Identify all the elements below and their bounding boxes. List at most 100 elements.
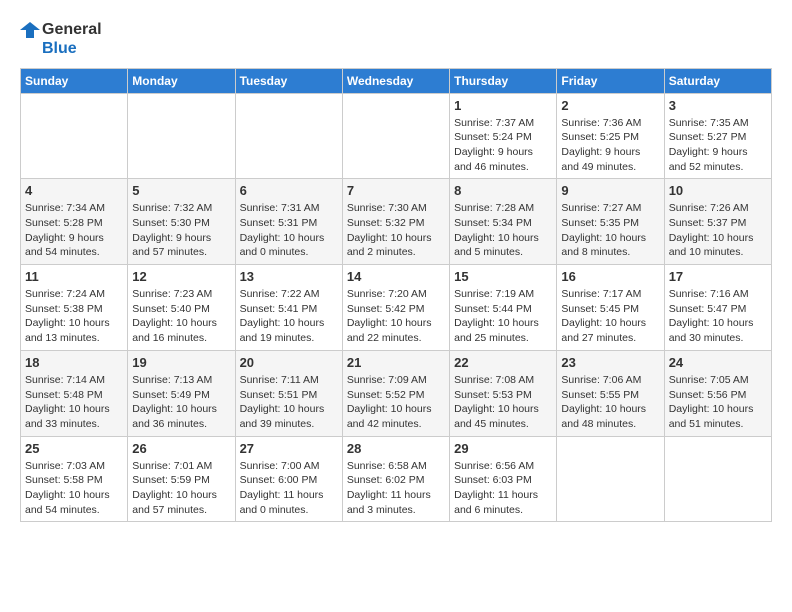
day-cell bbox=[21, 93, 128, 179]
day-cell: 25 Sunrise: 7:03 AMSunset: 5:58 PMDayligh… bbox=[21, 436, 128, 522]
day-cell bbox=[235, 93, 342, 179]
day-number: 8 bbox=[454, 183, 552, 198]
day-cell: 5 Sunrise: 7:32 AMSunset: 5:30 PMDaylight… bbox=[128, 179, 235, 265]
day-number: 29 bbox=[454, 441, 552, 456]
day-info: Sunrise: 7:05 AMSunset: 5:56 PMDaylight:… bbox=[669, 373, 767, 432]
calendar-table: SundayMondayTuesdayWednesdayThursdayFrid… bbox=[20, 68, 772, 523]
day-number: 7 bbox=[347, 183, 445, 198]
day-number: 6 bbox=[240, 183, 338, 198]
day-info: Sunrise: 7:28 AMSunset: 5:34 PMDaylight:… bbox=[454, 201, 552, 260]
day-number: 9 bbox=[561, 183, 659, 198]
logo-general-text: General bbox=[42, 21, 102, 39]
day-cell: 12 Sunrise: 7:23 AMSunset: 5:40 PMDayligh… bbox=[128, 265, 235, 351]
weekday-header-saturday: Saturday bbox=[664, 68, 771, 93]
logo: General Blue bbox=[20, 20, 102, 58]
day-info: Sunrise: 7:23 AMSunset: 5:40 PMDaylight:… bbox=[132, 287, 230, 346]
day-info: Sunrise: 7:16 AMSunset: 5:47 PMDaylight:… bbox=[669, 287, 767, 346]
weekday-header-wednesday: Wednesday bbox=[342, 68, 449, 93]
day-number: 1 bbox=[454, 98, 552, 113]
logo-container: General Blue bbox=[20, 20, 102, 58]
day-info: Sunrise: 7:09 AMSunset: 5:52 PMDaylight:… bbox=[347, 373, 445, 432]
week-row-5: 25 Sunrise: 7:03 AMSunset: 5:58 PMDayligh… bbox=[21, 436, 772, 522]
day-cell: 28 Sunrise: 6:58 AMSunset: 6:02 PMDayligh… bbox=[342, 436, 449, 522]
day-info: Sunrise: 7:30 AMSunset: 5:32 PMDaylight:… bbox=[347, 201, 445, 260]
week-row-3: 11 Sunrise: 7:24 AMSunset: 5:38 PMDayligh… bbox=[21, 265, 772, 351]
day-number: 23 bbox=[561, 355, 659, 370]
day-info: Sunrise: 7:32 AMSunset: 5:30 PMDaylight:… bbox=[132, 201, 230, 260]
weekday-header-tuesday: Tuesday bbox=[235, 68, 342, 93]
week-row-1: 1 Sunrise: 7:37 AMSunset: 5:24 PMDaylight… bbox=[21, 93, 772, 179]
day-cell: 3 Sunrise: 7:35 AMSunset: 5:27 PMDaylight… bbox=[664, 93, 771, 179]
day-number: 17 bbox=[669, 269, 767, 284]
day-number: 5 bbox=[132, 183, 230, 198]
day-number: 16 bbox=[561, 269, 659, 284]
day-number: 12 bbox=[132, 269, 230, 284]
day-number: 28 bbox=[347, 441, 445, 456]
day-cell: 7 Sunrise: 7:30 AMSunset: 5:32 PMDaylight… bbox=[342, 179, 449, 265]
day-cell bbox=[342, 93, 449, 179]
day-info: Sunrise: 7:19 AMSunset: 5:44 PMDaylight:… bbox=[454, 287, 552, 346]
day-cell: 13Sunrise: 7:22 AMSunset: 5:41 PMDayligh… bbox=[235, 265, 342, 351]
day-number: 13 bbox=[240, 269, 338, 284]
day-number: 4 bbox=[25, 183, 123, 198]
day-info: Sunrise: 7:24 AMSunset: 5:38 PMDaylight:… bbox=[25, 287, 123, 346]
day-number: 3 bbox=[669, 98, 767, 113]
day-cell: 11 Sunrise: 7:24 AMSunset: 5:38 PMDayligh… bbox=[21, 265, 128, 351]
day-info: Sunrise: 7:36 AMSunset: 5:25 PMDaylight:… bbox=[561, 116, 659, 175]
weekday-header-sunday: Sunday bbox=[21, 68, 128, 93]
day-info: Sunrise: 7:20 AMSunset: 5:42 PMDaylight:… bbox=[347, 287, 445, 346]
day-info: Sunrise: 6:56 AMSunset: 6:03 PMDaylight:… bbox=[454, 459, 552, 518]
logo-blue-text: Blue bbox=[42, 40, 102, 58]
day-info: Sunrise: 7:08 AMSunset: 5:53 PMDaylight:… bbox=[454, 373, 552, 432]
day-number: 27 bbox=[240, 441, 338, 456]
day-info: Sunrise: 7:13 AMSunset: 5:49 PMDaylight:… bbox=[132, 373, 230, 432]
day-cell: 10Sunrise: 7:26 AMSunset: 5:37 PMDayligh… bbox=[664, 179, 771, 265]
day-cell: 16 Sunrise: 7:17 AMSunset: 5:45 PMDayligh… bbox=[557, 265, 664, 351]
logo-bird-icon bbox=[20, 20, 40, 40]
day-cell: 22 Sunrise: 7:08 AMSunset: 5:53 PMDayligh… bbox=[450, 350, 557, 436]
day-cell: 19 Sunrise: 7:13 AMSunset: 5:49 PMDayligh… bbox=[128, 350, 235, 436]
day-cell: 18Sunrise: 7:14 AMSunset: 5:48 PMDayligh… bbox=[21, 350, 128, 436]
day-number: 25 bbox=[25, 441, 123, 456]
day-number: 19 bbox=[132, 355, 230, 370]
day-cell: 21 Sunrise: 7:09 AMSunset: 5:52 PMDayligh… bbox=[342, 350, 449, 436]
day-info: Sunrise: 7:00 AMSunset: 6:00 PMDaylight:… bbox=[240, 459, 338, 518]
day-number: 26 bbox=[132, 441, 230, 456]
day-info: Sunrise: 7:11 AMSunset: 5:51 PMDaylight:… bbox=[240, 373, 338, 432]
day-cell: 29 Sunrise: 6:56 AMSunset: 6:03 PMDayligh… bbox=[450, 436, 557, 522]
day-number: 15 bbox=[454, 269, 552, 284]
day-cell: 20 Sunrise: 7:11 AMSunset: 5:51 PMDayligh… bbox=[235, 350, 342, 436]
day-cell: 15 Sunrise: 7:19 AMSunset: 5:44 PMDayligh… bbox=[450, 265, 557, 351]
day-info: Sunrise: 7:06 AMSunset: 5:55 PMDaylight:… bbox=[561, 373, 659, 432]
weekday-header-monday: Monday bbox=[128, 68, 235, 93]
day-info: Sunrise: 7:34 AMSunset: 5:28 PMDaylight:… bbox=[25, 201, 123, 260]
weekday-header-thursday: Thursday bbox=[450, 68, 557, 93]
weekday-header-row: SundayMondayTuesdayWednesdayThursdayFrid… bbox=[21, 68, 772, 93]
day-cell: 14 Sunrise: 7:20 AMSunset: 5:42 PMDayligh… bbox=[342, 265, 449, 351]
day-number: 22 bbox=[454, 355, 552, 370]
day-number: 24 bbox=[669, 355, 767, 370]
day-number: 14 bbox=[347, 269, 445, 284]
week-row-4: 18Sunrise: 7:14 AMSunset: 5:48 PMDayligh… bbox=[21, 350, 772, 436]
day-info: Sunrise: 7:27 AMSunset: 5:35 PMDaylight:… bbox=[561, 201, 659, 260]
day-cell: 9 Sunrise: 7:27 AMSunset: 5:35 PMDaylight… bbox=[557, 179, 664, 265]
day-cell: 26Sunrise: 7:01 AMSunset: 5:59 PMDayligh… bbox=[128, 436, 235, 522]
day-info: Sunrise: 7:35 AMSunset: 5:27 PMDaylight:… bbox=[669, 116, 767, 175]
day-info: Sunrise: 7:31 AMSunset: 5:31 PMDaylight:… bbox=[240, 201, 338, 260]
day-cell bbox=[557, 436, 664, 522]
day-info: Sunrise: 7:03 AMSunset: 5:58 PMDaylight:… bbox=[25, 459, 123, 518]
day-number: 10 bbox=[669, 183, 767, 198]
day-number: 11 bbox=[25, 269, 123, 284]
day-number: 21 bbox=[347, 355, 445, 370]
day-info: Sunrise: 7:37 AMSunset: 5:24 PMDaylight:… bbox=[454, 116, 552, 175]
day-cell: 24 Sunrise: 7:05 AMSunset: 5:56 PMDayligh… bbox=[664, 350, 771, 436]
day-info: Sunrise: 7:17 AMSunset: 5:45 PMDaylight:… bbox=[561, 287, 659, 346]
week-row-2: 4 Sunrise: 7:34 AMSunset: 5:28 PMDaylight… bbox=[21, 179, 772, 265]
day-cell: 4 Sunrise: 7:34 AMSunset: 5:28 PMDaylight… bbox=[21, 179, 128, 265]
day-number: 20 bbox=[240, 355, 338, 370]
day-cell: 6 Sunrise: 7:31 AMSunset: 5:31 PMDaylight… bbox=[235, 179, 342, 265]
weekday-header-friday: Friday bbox=[557, 68, 664, 93]
day-info: Sunrise: 6:58 AMSunset: 6:02 PMDaylight:… bbox=[347, 459, 445, 518]
day-cell: 2Sunrise: 7:36 AMSunset: 5:25 PMDaylight… bbox=[557, 93, 664, 179]
day-cell: 17 Sunrise: 7:16 AMSunset: 5:47 PMDayligh… bbox=[664, 265, 771, 351]
